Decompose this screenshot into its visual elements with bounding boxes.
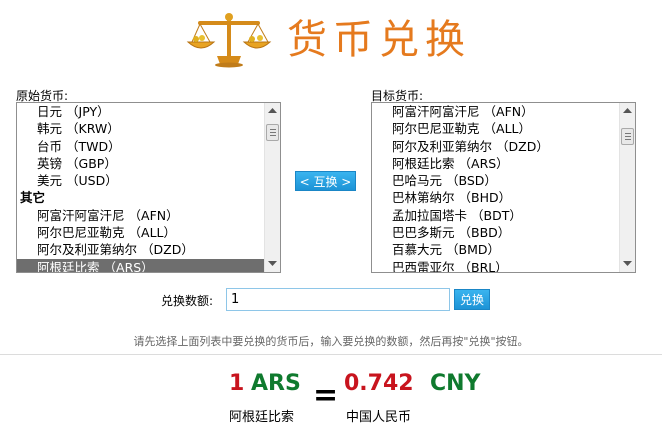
option-name: 阿富汗阿富汗尼 xyxy=(392,104,480,119)
option-name: 阿尔及利亚第纳尔 xyxy=(37,242,138,258)
source-currency-list[interactable]: 日元 （JPY） 韩元 （KRW） 台币 （TWD） 英镑 （GBP） 美元 （USD） 其它 阿富汗… xyxy=(16,102,281,273)
list-option[interactable]: 韩元 （KRW） xyxy=(17,120,264,137)
option-name: 英镑 xyxy=(37,155,63,171)
from-amount: 1 xyxy=(229,371,245,396)
option-name: 巴西雷亚尔 xyxy=(392,259,455,272)
option-code: （BDT） xyxy=(471,207,522,223)
to-currency-name: 中国人民币 xyxy=(346,410,412,425)
option-code: （BSD） xyxy=(446,173,497,189)
option-code: （ALL） xyxy=(128,225,176,241)
option-name: 阿尔巴尼亚勒克 xyxy=(37,225,125,241)
option-code: （JPY） xyxy=(66,104,110,119)
from-code: ARS xyxy=(251,371,301,396)
target-currency-list[interactable]: 阿富汗阿富汗尼 （AFN） 阿尔巴尼亚勒克 （ALL） 阿尔及利亚第纳尔 （DZD） 阿根廷… xyxy=(371,102,636,273)
option-code: （DZD） xyxy=(141,242,194,258)
option-name: 阿根廷比索 xyxy=(37,259,100,272)
list-option[interactable]: 英镑 （GBP） xyxy=(17,155,264,172)
option-name: 其它 xyxy=(20,190,46,206)
list-option[interactable]: 巴林第纳尔 （BHD） xyxy=(372,189,619,206)
option-code: （AFN） xyxy=(483,104,534,119)
list-option[interactable]: 阿尔及利亚第纳尔 （DZD） xyxy=(17,241,264,258)
swap-button[interactable]: < 互换 > xyxy=(295,171,356,191)
equals-sign: = xyxy=(313,378,339,413)
option-name: 韩元 xyxy=(37,121,63,137)
list-option[interactable]: 阿尔及利亚第纳尔 （DZD） xyxy=(372,138,619,155)
option-code: （GBP） xyxy=(66,155,117,171)
option-code: （USD） xyxy=(66,173,118,189)
list-option[interactable]: 百慕大元 （BMD） xyxy=(372,241,619,258)
option-name: 巴巴多斯元 xyxy=(392,225,455,241)
list-option[interactable]: 巴西雷亚尔 （BRL） xyxy=(372,259,619,272)
option-code: （BRL） xyxy=(458,259,508,272)
to-amount: 0.742 xyxy=(344,371,414,396)
target-list-items: 阿富汗阿富汗尼 （AFN） 阿尔巴尼亚勒克 （ALL） 阿尔及利亚第纳尔 （DZD） 阿根廷… xyxy=(372,103,619,272)
option-name: 阿尔及利亚第纳尔 xyxy=(392,138,493,154)
option-name: 美元 xyxy=(37,173,63,189)
app-title: 货币兑换 xyxy=(287,17,471,63)
list-option[interactable]: 巴巴多斯元 （BBD） xyxy=(372,224,619,241)
option-name: 巴林第纳尔 xyxy=(392,190,455,206)
target-list-scrollbar[interactable] xyxy=(619,103,635,272)
option-name: 阿富汗阿富汗尼 xyxy=(37,207,125,223)
option-name: 日元 xyxy=(37,104,63,119)
option-name: 阿根廷比索 xyxy=(392,155,455,171)
option-code: （KRW） xyxy=(66,121,120,137)
list-option[interactable]: 日元 （JPY） xyxy=(17,103,264,120)
option-code: （ARS） xyxy=(103,259,154,272)
option-code: （TWD） xyxy=(66,138,121,154)
amount-input[interactable] xyxy=(226,288,450,311)
convert-button[interactable]: 兑换 xyxy=(454,289,490,310)
option-name: 阿尔巴尼亚勒克 xyxy=(392,121,480,137)
amount-label: 兑换数额: xyxy=(161,294,214,308)
option-name: 孟加拉国塔卡 xyxy=(392,207,468,223)
list-option[interactable]: 阿富汗阿富汗尼 （AFN） xyxy=(17,207,264,224)
from-currency-name: 阿根廷比索 xyxy=(229,410,295,425)
scroll-up-icon[interactable] xyxy=(620,103,635,119)
option-code: （BBD） xyxy=(458,225,511,241)
source-list-scrollbar[interactable] xyxy=(264,103,280,272)
source-list-items: 日元 （JPY） 韩元 （KRW） 台币 （TWD） 英镑 （GBP） 美元 （USD） 其它 阿富汗… xyxy=(17,103,264,272)
list-group-header: 其它 xyxy=(17,189,264,206)
header: 货币兑换 xyxy=(0,0,662,80)
option-code: （BMD） xyxy=(446,242,501,258)
list-option[interactable]: 台币 （TWD） xyxy=(17,138,264,155)
list-option[interactable]: 巴哈马元 （BSD） xyxy=(372,172,619,189)
option-name: 百慕大元 xyxy=(392,242,443,258)
scroll-down-icon[interactable] xyxy=(620,256,635,272)
instruction-text: 请先选择上面列表中要兑换的货币后，输入要兑换的数额，然后再按"兑换"按钮。 xyxy=(133,335,529,348)
option-name: 台币 xyxy=(37,138,63,154)
option-code: （ARS） xyxy=(458,155,509,171)
list-option[interactable]: 阿尔巴尼亚勒克 （ALL） xyxy=(17,224,264,241)
scrollbar-thumb[interactable] xyxy=(266,124,279,141)
scrollbar-thumb[interactable] xyxy=(621,128,634,145)
list-option[interactable]: 美元 （USD） xyxy=(17,172,264,189)
option-code: （AFN） xyxy=(128,207,179,223)
list-option[interactable]: 阿富汗阿富汗尼 （AFN） xyxy=(372,103,619,120)
scroll-down-icon[interactable] xyxy=(265,256,280,272)
option-code: （DZD） xyxy=(496,138,549,154)
to-code: CNY xyxy=(430,371,481,396)
list-option[interactable]: 阿尔巴尼亚勒克 （ALL） xyxy=(372,120,619,137)
option-code: （ALL） xyxy=(483,121,531,137)
balance-scale-icon xyxy=(186,13,272,68)
list-option[interactable]: 阿根廷比索 （ARS） xyxy=(372,155,619,172)
option-name: 巴哈马元 xyxy=(392,173,443,189)
list-option[interactable]: 孟加拉国塔卡 （BDT） xyxy=(372,207,619,224)
divider xyxy=(0,354,662,355)
option-code: （BHD） xyxy=(458,190,512,206)
list-option[interactable]: 阿根廷比索 （ARS） xyxy=(17,258,264,272)
scroll-up-icon[interactable] xyxy=(265,103,280,119)
